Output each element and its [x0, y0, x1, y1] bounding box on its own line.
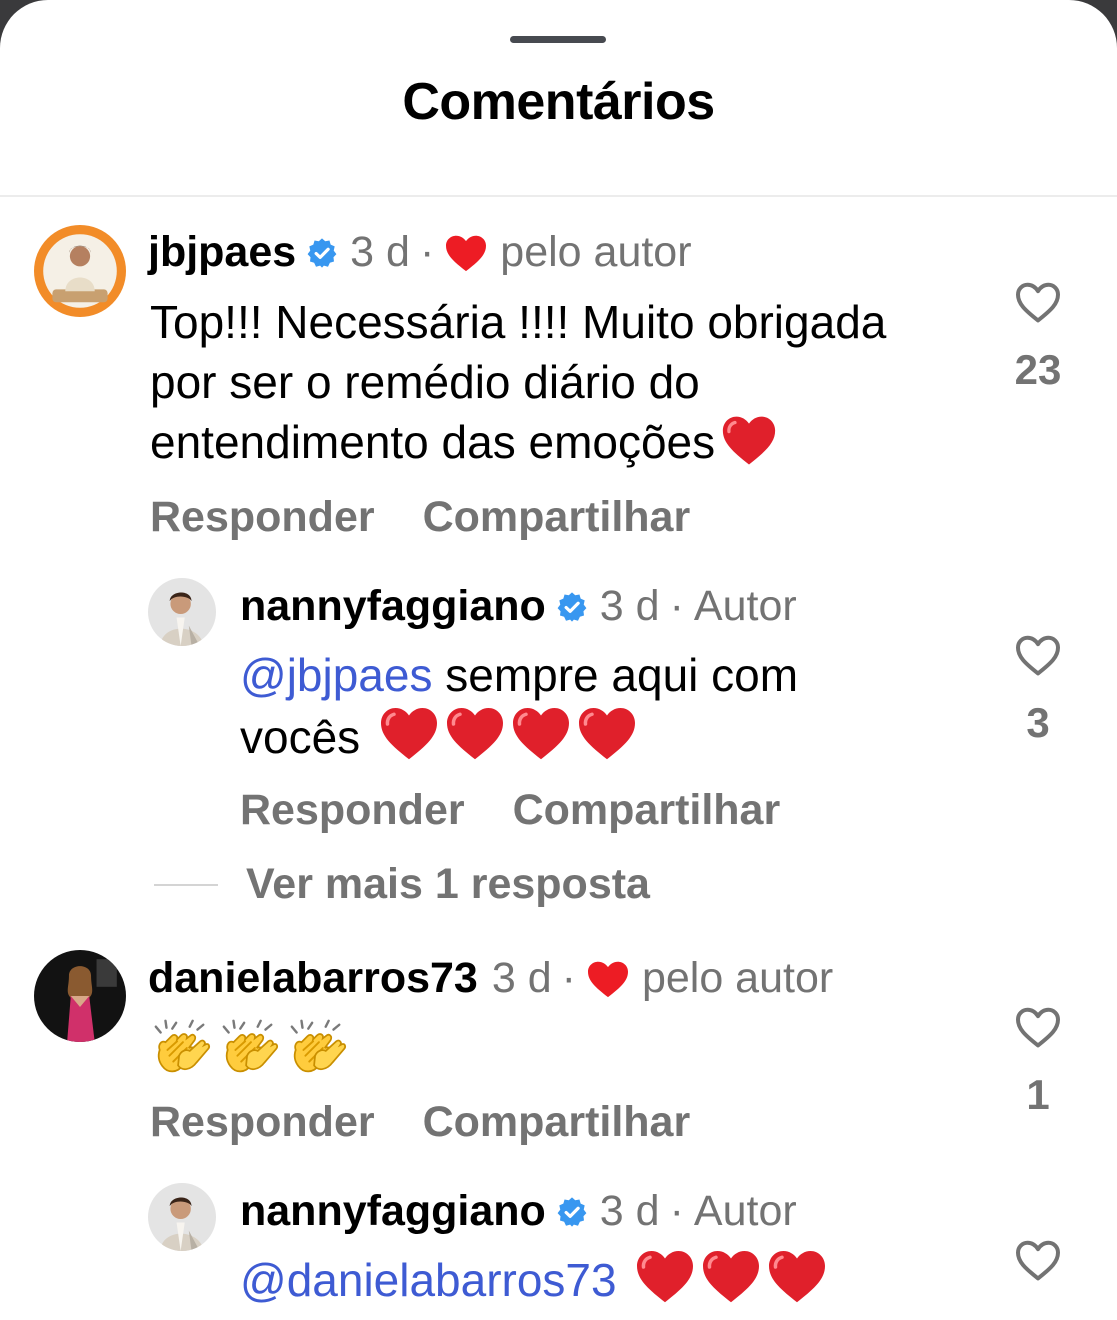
red-heart-emoji	[511, 705, 571, 761]
view-more-replies-button[interactable]: Ver mais 1 resposta	[154, 860, 650, 909]
verified-badge-icon	[556, 1196, 588, 1228]
reply-button[interactable]: Responder	[150, 1098, 375, 1147]
liked-by-author-label: pelo autor	[500, 228, 692, 276]
comment-time: 3 d	[491, 954, 552, 1002]
comment-username[interactable]: jbjpaes	[148, 231, 296, 274]
like-count: 23	[1014, 346, 1062, 393]
heart-outline-icon[interactable]	[1014, 1005, 1062, 1049]
reply-username[interactable]: nannyfaggiano	[240, 585, 546, 628]
like-count: 3	[1026, 699, 1050, 746]
heart-icon	[586, 959, 630, 999]
comment-meta: jbjpaes 3 d · pelo autor	[148, 231, 692, 274]
reply-username[interactable]: nannyfaggiano	[240, 1190, 546, 1233]
red-heart-emoji	[721, 414, 777, 466]
meta-separator: ·	[669, 582, 684, 630]
meta-separator: ·	[561, 954, 576, 1002]
header-divider	[0, 195, 1117, 197]
avatar[interactable]	[34, 950, 126, 1042]
heart-outline-icon[interactable]	[1014, 1238, 1062, 1282]
reply-meta: nannyfaggiano 3 d · Autor	[240, 1190, 797, 1233]
mention-link[interactable]: @danielabarros73	[240, 1254, 617, 1306]
like-button[interactable]	[993, 1238, 1083, 1282]
comment-meta: danielabarros73 3 d · pelo autor	[148, 957, 833, 1000]
liked-by-author-label: pelo autor	[641, 954, 834, 1002]
avatar[interactable]	[34, 225, 126, 317]
reply-time: 3 d	[599, 582, 660, 630]
red-heart-emoji	[379, 705, 439, 761]
heart-outline-icon[interactable]	[1014, 633, 1062, 677]
reply-text: @danielabarros73	[240, 1248, 940, 1310]
like-button[interactable]: 3	[993, 633, 1083, 747]
comment-text: Top!!! Necessária !!!! Muito obrigada po…	[150, 292, 950, 472]
reply-button[interactable]: Responder	[150, 493, 375, 542]
clapping-hands-emoji	[150, 1017, 212, 1079]
red-heart-emoji	[445, 705, 505, 761]
avatar[interactable]	[148, 1183, 216, 1251]
mention-link[interactable]: @jbjpaes	[240, 649, 432, 701]
comment-time: 3 d	[350, 228, 410, 276]
red-heart-emoji	[767, 1248, 827, 1304]
meta-separator: ·	[669, 1187, 684, 1235]
comment-actions: Responder Compartilhar	[150, 493, 690, 542]
heart-outline-icon[interactable]	[1014, 280, 1062, 324]
share-button[interactable]: Compartilhar	[423, 1098, 691, 1147]
red-heart-emoji	[701, 1248, 761, 1304]
sheet-title: Comentários	[402, 73, 715, 131]
avatar[interactable]	[148, 578, 216, 646]
verified-badge-icon	[306, 237, 338, 269]
reply-time: 3 d	[599, 1187, 660, 1235]
author-badge: Autor	[693, 582, 797, 630]
share-button[interactable]: Compartilhar	[513, 786, 781, 835]
red-heart-emoji	[635, 1248, 695, 1304]
author-badge: Autor	[693, 1187, 797, 1235]
reply-actions: Responder Compartilhar	[240, 786, 780, 835]
thread-line	[154, 883, 218, 886]
comment-text	[150, 1014, 650, 1079]
sheet-grabber-handle[interactable]	[510, 36, 606, 43]
like-button[interactable]: 1	[993, 1005, 1083, 1119]
comment-actions: Responder Compartilhar	[150, 1098, 690, 1147]
meta-separator: ·	[419, 228, 435, 276]
clapping-hands-emoji	[218, 1017, 280, 1079]
reply-text: @jbjpaes sempre aqui com vocês	[240, 645, 920, 767]
like-button[interactable]: 23	[993, 280, 1083, 394]
like-count: 1	[1026, 1071, 1050, 1118]
reply-meta: nannyfaggiano 3 d · Autor	[240, 585, 797, 628]
reply-button[interactable]: Responder	[240, 786, 465, 835]
share-button[interactable]: Compartilhar	[423, 493, 691, 542]
comments-sheet: Comentários jbjpaes 3 d · pelo autor Top…	[0, 0, 1117, 1320]
comment-username[interactable]: danielabarros73	[148, 957, 478, 1000]
view-more-replies-label: Ver mais 1 resposta	[246, 860, 650, 908]
red-heart-emoji	[577, 705, 637, 761]
clapping-hands-emoji	[286, 1017, 348, 1079]
verified-badge-icon	[556, 591, 588, 623]
heart-icon	[444, 233, 488, 273]
